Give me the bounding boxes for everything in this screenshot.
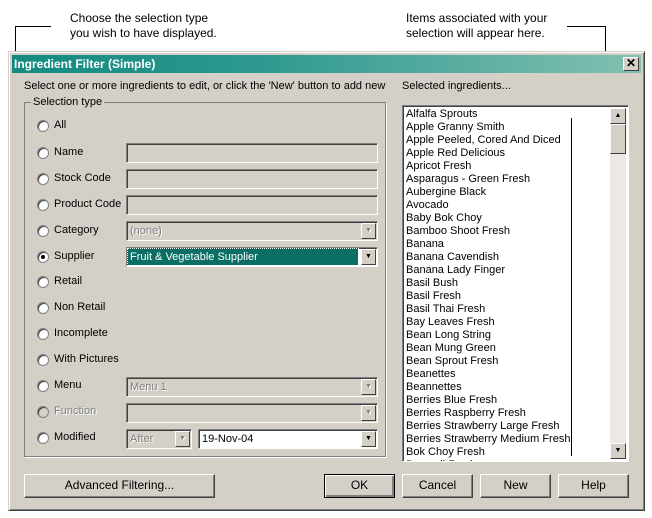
radio-non-retail[interactable]	[37, 302, 49, 314]
scroll-up-button[interactable]: ▲	[610, 108, 626, 124]
modified-date-dropdown[interactable]: 19-Nov-04 ▼	[198, 429, 378, 449]
list-item[interactable]: Aubergine Black	[406, 186, 611, 199]
list-item[interactable]: Banana	[406, 238, 611, 251]
radio-category[interactable]	[37, 225, 49, 237]
radio-incomplete[interactable]	[37, 328, 49, 340]
product-code-field[interactable]	[126, 195, 378, 215]
radio-product-code[interactable]	[37, 199, 49, 211]
cancel-button[interactable]: Cancel	[402, 474, 473, 498]
radio-label-stock-code[interactable]: Stock Code	[54, 172, 111, 184]
function-dropdown[interactable]: ▼	[126, 403, 378, 423]
supplier-dropdown[interactable]: Fruit & Vegetable Supplier ▼	[126, 247, 378, 267]
list-item[interactable]: Bean Sprout Fresh	[406, 355, 611, 368]
radio-modified[interactable]	[37, 432, 49, 444]
list-item[interactable]: Bean Long String	[406, 329, 611, 342]
radio-menu[interactable]	[37, 380, 49, 392]
stock-code-field[interactable]	[126, 169, 378, 189]
list-item[interactable]: Basil Fresh	[406, 290, 611, 303]
list-item[interactable]: Apricot Fresh	[406, 160, 611, 173]
list-item[interactable]: Beanettes	[406, 368, 611, 381]
list-item[interactable]: Bamboo Shoot Fresh	[406, 225, 611, 238]
ok-button[interactable]: OK	[324, 474, 395, 498]
instruction-text: Select one or more ingredients to edit, …	[24, 80, 386, 92]
radio-all[interactable]	[37, 120, 49, 132]
menu-dropdown[interactable]: Menu 1 ▼	[126, 377, 378, 397]
list-item[interactable]: Broccoli Fresh	[406, 459, 611, 461]
list-item[interactable]: Berries Blue Fresh	[406, 394, 611, 407]
list-item[interactable]: Basil Bush	[406, 277, 611, 290]
modified-operator-dropdown[interactable]: After ▼	[126, 429, 192, 449]
radio-label-supplier[interactable]: Supplier	[54, 250, 94, 262]
radio-name[interactable]	[37, 147, 49, 159]
group-label: Selection type	[31, 96, 105, 108]
list-item[interactable]: Bok Choy Fresh	[406, 446, 611, 459]
radio-supplier[interactable]	[37, 251, 49, 263]
list-item[interactable]: Berries Raspberry Fresh	[406, 407, 611, 420]
radio-label-modified[interactable]: Modified	[54, 431, 96, 443]
radio-label-non-retail[interactable]: Non Retail	[54, 301, 105, 313]
ingredients-list[interactable]: Alfalfa Sprouts Apple Granny Smith Apple P…	[402, 105, 629, 462]
list-item[interactable]: Basil Thai Fresh	[406, 303, 611, 316]
scrollbar[interactable]: ▲ ▼	[610, 108, 626, 459]
radio-label-function[interactable]: Function	[54, 405, 96, 417]
ingredient-filter-dialog: Ingredient Filter (Simple) ✕ Select one …	[8, 51, 645, 511]
callout-bracket	[571, 118, 572, 456]
radio-label-incomplete[interactable]: Incomplete	[54, 327, 108, 339]
chevron-down-icon: ▼	[361, 405, 376, 421]
list-item[interactable]: Banana Lady Finger	[406, 264, 611, 277]
radio-label-category[interactable]: Category	[54, 224, 99, 236]
radio-label-product-code[interactable]: Product Code	[54, 198, 121, 210]
new-button[interactable]: New	[480, 474, 551, 498]
list-item[interactable]: Asparagus - Green Fresh	[406, 173, 611, 186]
name-field[interactable]	[126, 143, 378, 163]
radio-retail[interactable]	[37, 276, 49, 288]
list-item[interactable]: Berries Strawberry Medium Fresh	[406, 433, 611, 446]
list-item[interactable]: Apple Peeled, Cored And Diced	[406, 134, 611, 147]
annotation-left: Choose the selection type you wish to hav…	[70, 11, 217, 40]
radio-label-all[interactable]: All	[54, 119, 66, 131]
radio-function	[37, 406, 49, 418]
callout-line	[567, 26, 605, 27]
advanced-filtering-button[interactable]: Advanced Filtering...	[24, 474, 215, 498]
list-item[interactable]: Alfalfa Sprouts	[406, 108, 611, 121]
selected-label: Selected ingredients...	[402, 80, 511, 92]
list-item[interactable]: Apple Red Delicious	[406, 147, 611, 160]
list-item[interactable]: Bean Mung Green	[406, 342, 611, 355]
radio-label-with-pictures[interactable]: With Pictures	[54, 353, 119, 365]
list-item[interactable]: Bay Leaves Fresh	[406, 316, 611, 329]
chevron-down-icon: ▼	[361, 249, 376, 265]
radio-label-retail[interactable]: Retail	[54, 275, 82, 287]
list-item[interactable]: Avocado	[406, 199, 611, 212]
list-item[interactable]: Apple Granny Smith	[406, 121, 611, 134]
list-item[interactable]: Beannettes	[406, 381, 611, 394]
help-button[interactable]: Help	[558, 474, 629, 498]
chevron-down-icon: ▼	[361, 379, 376, 395]
chevron-down-icon: ▼	[361, 223, 376, 239]
list-item[interactable]: Berries Strawberry Large Fresh	[406, 420, 611, 433]
radio-with-pictures[interactable]	[37, 354, 49, 366]
chevron-down-icon: ▼	[175, 431, 190, 447]
close-icon: ✕	[625, 56, 637, 70]
list-item[interactable]: Baby Bok Choy	[406, 212, 611, 225]
category-dropdown[interactable]: (none) ▼	[126, 221, 378, 241]
radio-stock-code[interactable]	[37, 173, 49, 185]
callout-line	[15, 26, 51, 27]
radio-label-menu[interactable]: Menu	[54, 379, 82, 391]
chevron-down-icon: ▼	[361, 431, 376, 447]
scroll-down-button[interactable]: ▼	[610, 443, 626, 459]
list-item[interactable]: Banana Cavendish	[406, 251, 611, 264]
scroll-thumb[interactable]	[610, 124, 626, 154]
annotation-right: Items associated with your selection will…	[406, 11, 548, 40]
radio-label-name[interactable]: Name	[54, 146, 83, 158]
close-button[interactable]: ✕	[623, 57, 639, 71]
title-bar: Ingredient Filter (Simple) ✕	[12, 55, 641, 73]
